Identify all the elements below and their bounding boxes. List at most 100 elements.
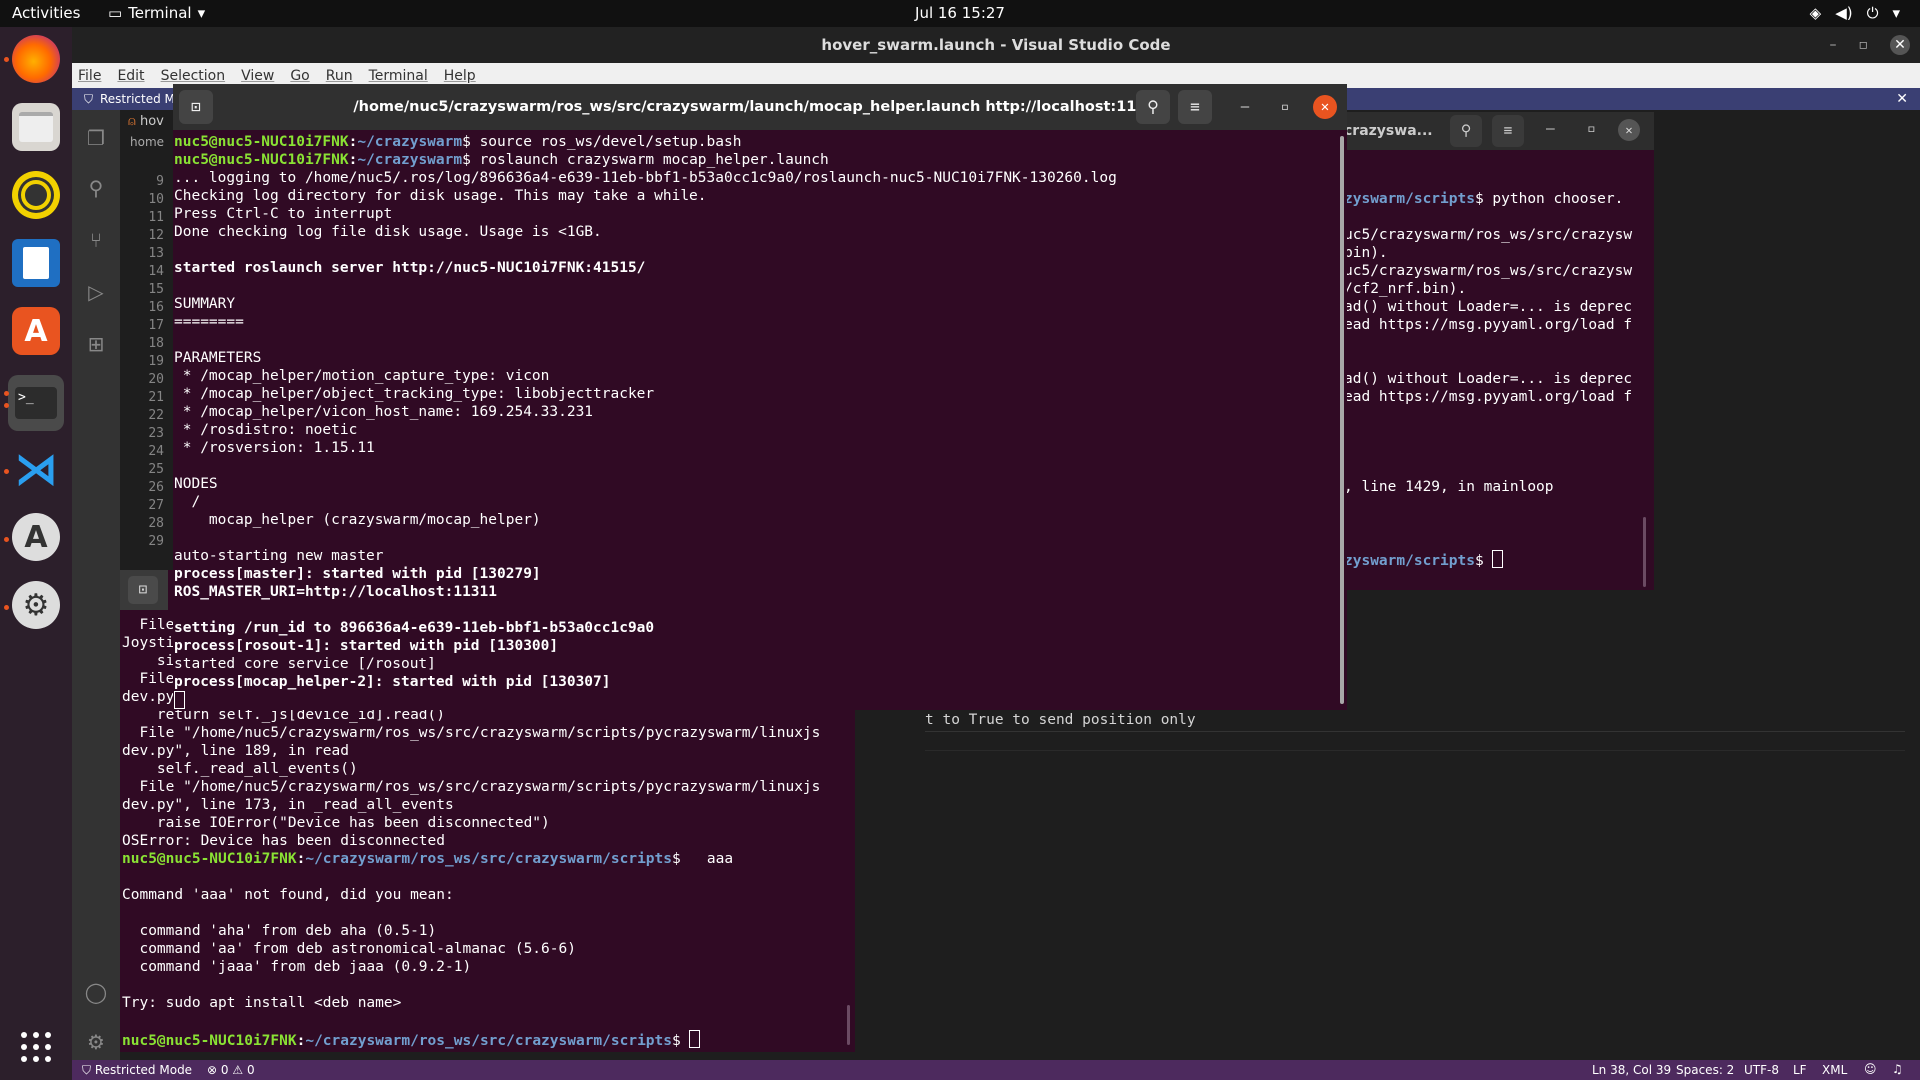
terminal-header[interactable]: ⊡ /home/nuc5/crazyswarm/ros_ws/src/crazy… — [173, 84, 1347, 130]
terminal-output: return self._js[device_id].read() File "… — [122, 706, 821, 1049]
source-control-icon[interactable]: ⑂ — [84, 228, 108, 252]
hamburger-menu-icon[interactable]: ≡ — [1178, 90, 1212, 124]
minimize-icon[interactable]: – — [1830, 27, 1837, 63]
terminal-line: * /mocap_helper/motion_capture_type: vic… — [174, 368, 550, 384]
vscode-titlebar[interactable]: hover_swarm.launch - Visual Studio Code … — [72, 27, 1920, 63]
menu-edit[interactable]: Edit — [117, 68, 144, 84]
terminal-line: Try: sudo apt install <deb name> — [122, 995, 402, 1011]
line-number: 19 — [148, 354, 164, 369]
terminal-line: Joysti — [122, 635, 175, 651]
menu-run[interactable]: Run — [326, 68, 353, 84]
search-icon[interactable]: ⚲ — [84, 176, 108, 200]
terminal-window-front[interactable]: ⊡ /home/nuc5/crazyswarm/ros_ws/src/crazy… — [173, 84, 1347, 710]
hamburger-menu-icon[interactable]: ≡ — [1492, 115, 1524, 147]
prompt-path: ~/crazyswarm/ros_ws/src/crazyswarm/scrip… — [305, 851, 672, 867]
terminal-line: PARAMETERS — [174, 350, 262, 366]
terminal-line: File "/home/nuc5/crazyswarm/ros_ws/src/c… — [122, 725, 821, 741]
terminal-line: OSError: Device has been disconnected — [122, 833, 446, 849]
close-icon[interactable]: ✕ — [1618, 119, 1640, 141]
chevron-down-icon: ▾ — [197, 4, 206, 22]
terminal-line: Command 'aaa' not found, did you mean: — [122, 887, 454, 903]
search-icon[interactable]: ⚲ — [1136, 90, 1170, 124]
terminal-line: dev.py", line 173, in _read_all_events — [122, 797, 454, 813]
editor-tab[interactable]: ⍝ hov — [128, 114, 164, 129]
error-count: 0 — [220, 1063, 229, 1077]
command-text: $ python chooser. — [1474, 191, 1624, 207]
cursor-position[interactable]: Ln 38, Col 39 — [1592, 1063, 1671, 1077]
gear-icon[interactable]: ⚙ — [84, 1030, 108, 1054]
terminal-icon[interactable]: >_ — [8, 375, 64, 431]
terminal-line: command 'aha' from deb aha (0.5-1) — [122, 923, 437, 939]
software-center-icon[interactable]: A — [12, 307, 60, 355]
menu-help[interactable]: Help — [444, 68, 476, 84]
new-tab-icon[interactable]: ⊡ — [128, 576, 158, 604]
system-tray[interactable]: ◈ ◀) ⏻ ▾ — [1810, 4, 1900, 22]
software-updater-icon[interactable]: A — [12, 513, 60, 561]
line-number: 21 — [148, 390, 164, 405]
extensions-icon[interactable]: ⊞ — [84, 332, 108, 356]
app-menu[interactable]: ▭ Terminal ▾ — [108, 4, 205, 22]
command-text: $ aaa — [672, 851, 734, 867]
menu-view[interactable]: View — [241, 68, 274, 84]
show-apps-icon[interactable] — [12, 1023, 60, 1071]
menu-terminal[interactable]: Terminal — [369, 68, 428, 84]
restricted-mode-status[interactable]: ⛉ Restricted Mode — [82, 1063, 192, 1078]
explorer-icon[interactable]: ❐ — [84, 126, 108, 150]
terminal-line: nuc5@nuc5-NUC10i7FNK:~/crazyswarm$ rosla… — [174, 152, 829, 168]
activities-button[interactable]: Activities — [12, 4, 80, 22]
terminal-line: dev.py — [122, 689, 175, 705]
search-icon[interactable]: ⚲ — [1450, 115, 1482, 147]
writer-icon[interactable] — [12, 239, 60, 287]
close-icon[interactable]: ✕ — [1890, 35, 1910, 55]
minimize-icon[interactable]: – — [1546, 120, 1555, 138]
menu-file[interactable]: File — [78, 68, 101, 84]
rhythmbox-icon[interactable] — [12, 171, 60, 219]
breadcrumb[interactable]: home — [130, 135, 164, 149]
close-icon[interactable]: ✕ — [1313, 95, 1337, 119]
run-debug-icon[interactable]: ▷ — [84, 280, 108, 304]
bell-icon[interactable]: ♫ — [1892, 1062, 1903, 1076]
feedback-icon[interactable]: ☺ — [1864, 1062, 1877, 1076]
terminal-line: ad() without Loader=... is deprec — [1344, 371, 1633, 387]
restore-icon[interactable]: ▫ — [1859, 27, 1869, 63]
terminal-line: Press Ctrl-C to interrupt — [174, 206, 393, 222]
account-icon[interactable]: ◯ — [84, 980, 108, 1004]
language-mode[interactable]: XML — [1822, 1063, 1847, 1077]
terminal-line: * /mocap_helper/object_tracking_type: li… — [174, 386, 655, 402]
menu-go[interactable]: Go — [290, 68, 309, 84]
indentation[interactable]: Spaces: 2 — [1676, 1063, 1734, 1077]
terminal-line: Done checking log file disk usage. Usage… — [174, 224, 602, 240]
prompt-user: nuc5@nuc5-NUC10i7FNK — [174, 134, 349, 150]
firefox-icon[interactable] — [12, 35, 60, 83]
files-icon[interactable] — [12, 103, 60, 151]
scrollbar[interactable] — [847, 1005, 850, 1045]
terminal-line: / — [174, 494, 201, 510]
vscode-icon[interactable]: ⋊ — [12, 444, 60, 495]
eol[interactable]: LF — [1793, 1063, 1807, 1077]
menu-selection[interactable]: Selection — [161, 68, 226, 84]
terminal-line: SUMMARY — [174, 296, 236, 312]
encoding[interactable]: UTF-8 — [1744, 1063, 1779, 1077]
terminal-header[interactable]: ⊡ — [120, 570, 168, 610]
line-number: 29 — [148, 534, 164, 549]
activity-bar: ❐ ⚲ ⑂ ▷ ⊞ ◯ ⚙ — [72, 110, 120, 1060]
command-text: $ source ros_ws/devel/setup.bash — [462, 134, 742, 150]
scrollbar[interactable] — [1340, 136, 1344, 704]
volume-icon: ◀) — [1835, 4, 1853, 22]
prompt-user: nuc5@nuc5-NUC10i7FNK — [122, 851, 297, 867]
maximize-icon[interactable]: ▫ — [1273, 95, 1297, 119]
scrollbar[interactable] — [1643, 517, 1646, 587]
chevron-down-icon: ▾ — [1892, 4, 1900, 22]
settings-icon[interactable]: ⚙ — [12, 581, 60, 629]
maximize-icon[interactable]: ▫ — [1587, 120, 1596, 138]
close-icon[interactable]: ✕ — [1896, 91, 1908, 107]
problems-status[interactable]: ⊗ 0 ⚠ 0 — [207, 1063, 255, 1077]
minimize-icon[interactable]: – — [1233, 95, 1257, 119]
clock[interactable]: Jul 16 15:27 — [915, 4, 1005, 22]
